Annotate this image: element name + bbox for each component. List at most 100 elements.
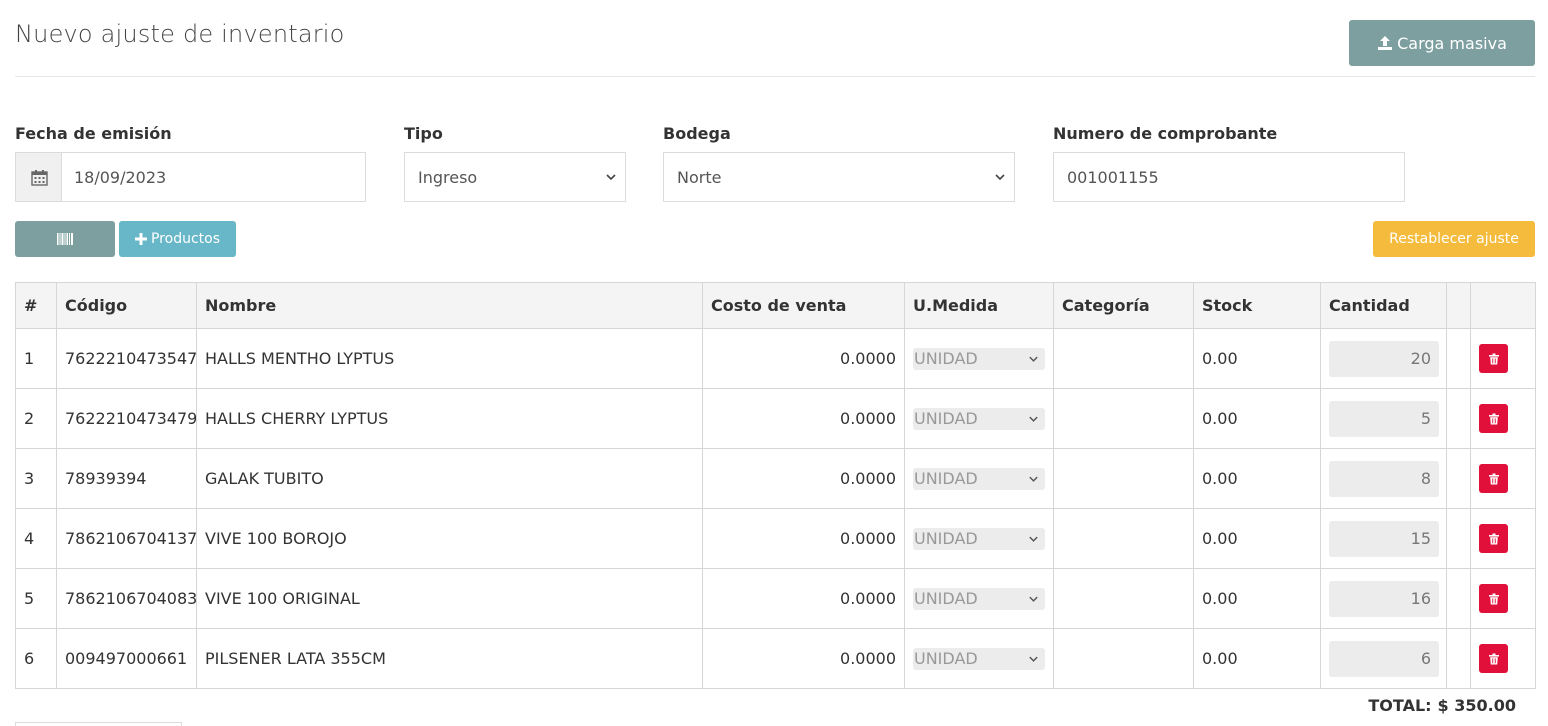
- category-cell: [1053, 328, 1194, 389]
- sale-cost: 0.0000: [702, 328, 905, 389]
- stock-value: 0.00: [1193, 508, 1321, 569]
- trash-icon: [1488, 413, 1499, 424]
- unit-cell: UNIDAD: [904, 448, 1054, 509]
- delete-row-button[interactable]: [1479, 344, 1508, 373]
- comprobante-input[interactable]: 001001155: [1053, 152, 1405, 202]
- tipo-label: Tipo: [404, 124, 443, 143]
- stock-value: 0.00: [1193, 628, 1321, 689]
- calendar-addon[interactable]: [15, 152, 62, 202]
- bodega-label: Bodega: [663, 124, 731, 143]
- add-products-label: Productos: [150, 231, 220, 247]
- column-header: Nombre: [196, 282, 703, 329]
- tipo-select[interactable]: Ingreso: [404, 152, 626, 202]
- row-number: 2: [15, 388, 57, 449]
- stock-value: 0.00: [1193, 568, 1321, 629]
- delete-cell: [1470, 628, 1536, 689]
- unit-select[interactable]: UNIDAD: [913, 527, 1045, 550]
- trash-icon: [1488, 533, 1499, 544]
- quantity-input[interactable]: 8: [1329, 460, 1439, 497]
- items-table: # Código Nombre Costo de venta U.Medida …: [15, 282, 1536, 689]
- unit-select[interactable]: UNIDAD: [913, 587, 1045, 610]
- spacer-cell: [1446, 508, 1471, 569]
- unit-cell: UNIDAD: [904, 628, 1054, 689]
- column-header: [1446, 282, 1471, 329]
- unit-select[interactable]: UNIDAD: [913, 347, 1045, 370]
- unit-select[interactable]: UNIDAD: [913, 407, 1045, 430]
- chevron-down-icon: [606, 174, 616, 181]
- bulk-upload-label: Carga masiva: [1397, 33, 1507, 53]
- page-title: Nuevo ajuste de inventario: [15, 20, 345, 48]
- spacer-cell: [1446, 328, 1471, 389]
- unit-cell: UNIDAD: [904, 568, 1054, 629]
- quantity-cell: 6: [1320, 628, 1447, 689]
- calendar-icon: [30, 169, 48, 186]
- unit-value: UNIDAD: [914, 469, 978, 488]
- quantity-input[interactable]: 5: [1329, 400, 1439, 437]
- chevron-down-icon: [1029, 536, 1038, 542]
- column-header: Código: [56, 282, 197, 329]
- unit-select[interactable]: UNIDAD: [913, 647, 1045, 670]
- product-name: HALLS CHERRY LYPTUS: [196, 388, 703, 449]
- row-number: 3: [15, 448, 57, 509]
- delete-row-button[interactable]: [1479, 644, 1508, 673]
- column-header: Stock: [1193, 282, 1321, 329]
- product-name: PILSENER LATA 355CM: [196, 628, 703, 689]
- table-row: 1 7622210473547 HALLS MENTHO LYPTUS 0.0000 U…: [15, 328, 1536, 389]
- unit-select[interactable]: UNIDAD: [913, 467, 1045, 490]
- bulk-upload-button[interactable]: Carga masiva: [1349, 20, 1535, 66]
- add-products-button[interactable]: Productos: [119, 221, 236, 257]
- sale-cost: 0.0000: [702, 388, 905, 449]
- unit-value: UNIDAD: [914, 409, 978, 428]
- delete-row-button[interactable]: [1479, 584, 1508, 613]
- product-name: HALLS MENTHO LYPTUS: [196, 328, 703, 389]
- fecha-input[interactable]: 18/09/2023: [61, 152, 366, 202]
- footer-control[interactable]: [15, 722, 182, 726]
- unit-cell: UNIDAD: [904, 328, 1054, 389]
- column-header: Categoría: [1053, 282, 1194, 329]
- category-cell: [1053, 628, 1194, 689]
- quantity-input[interactable]: 20: [1329, 340, 1439, 377]
- quantity-input[interactable]: 6: [1329, 640, 1439, 677]
- quantity-cell: 15: [1320, 508, 1447, 569]
- barcode-icon: [57, 233, 73, 245]
- unit-cell: UNIDAD: [904, 508, 1054, 569]
- barcode-button[interactable]: [15, 221, 115, 257]
- product-code: 7862106704137: [56, 508, 197, 569]
- bodega-select[interactable]: Norte: [663, 152, 1015, 202]
- stock-value: 0.00: [1193, 328, 1321, 389]
- unit-value: UNIDAD: [914, 529, 978, 548]
- header-divider: [15, 76, 1535, 77]
- spacer-cell: [1446, 628, 1471, 689]
- product-code: 7862106704083: [56, 568, 197, 629]
- chevron-down-icon: [1029, 356, 1038, 362]
- total-label: TOTAL:: [1368, 696, 1432, 715]
- delete-row-button[interactable]: [1479, 464, 1508, 493]
- table-row: 5 7862106704083 VIVE 100 ORIGINAL 0.0000 UNI…: [15, 568, 1536, 629]
- plus-icon: [134, 233, 147, 245]
- product-name: VIVE 100 BOROJO: [196, 508, 703, 569]
- quantity-cell: 8: [1320, 448, 1447, 509]
- delete-cell: [1470, 388, 1536, 449]
- unit-value: UNIDAD: [914, 349, 978, 368]
- chevron-down-icon: [1029, 416, 1038, 422]
- column-header: U.Medida: [904, 282, 1054, 329]
- category-cell: [1053, 568, 1194, 629]
- quantity-input[interactable]: 15: [1329, 520, 1439, 557]
- delete-row-button[interactable]: [1479, 524, 1508, 553]
- total-summary: TOTAL: $ 350.00: [1368, 696, 1516, 715]
- sale-cost: 0.0000: [702, 508, 905, 569]
- delete-row-button[interactable]: [1479, 404, 1508, 433]
- column-header: #: [15, 282, 57, 329]
- stock-value: 0.00: [1193, 448, 1321, 509]
- column-header: Cantidad: [1320, 282, 1447, 329]
- tipo-value: Ingreso: [418, 167, 478, 187]
- sale-cost: 0.0000: [702, 568, 905, 629]
- trash-icon: [1488, 653, 1499, 664]
- spacer-cell: [1446, 448, 1471, 509]
- stock-value: 0.00: [1193, 388, 1321, 449]
- row-number: 6: [15, 628, 57, 689]
- row-number: 1: [15, 328, 57, 389]
- quantity-input[interactable]: 16: [1329, 580, 1439, 617]
- delete-cell: [1470, 508, 1536, 569]
- reset-adjustment-button[interactable]: Restablecer ajuste: [1373, 221, 1535, 257]
